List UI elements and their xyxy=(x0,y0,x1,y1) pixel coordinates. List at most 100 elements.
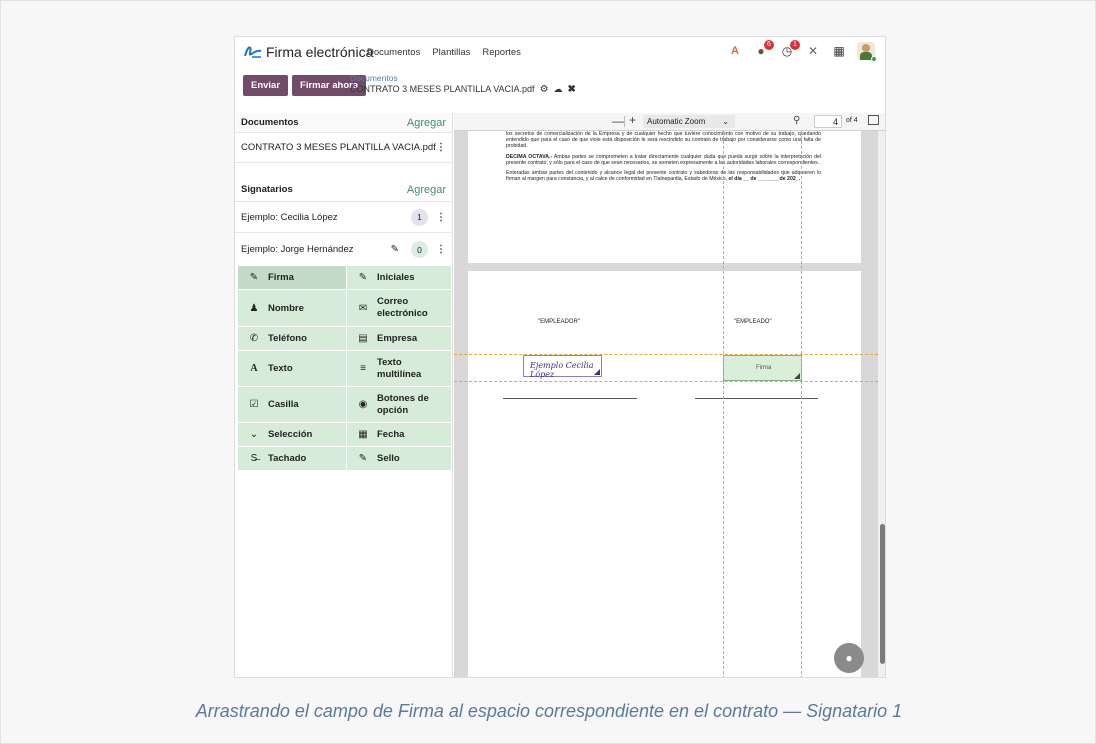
clause-decima-octava: DECIMA OCTAVA.- Ambas partes se comprome… xyxy=(506,154,821,166)
edit-icon: ✎ xyxy=(249,272,259,283)
field-label: Texto xyxy=(268,363,293,374)
alignment-guide-vertical xyxy=(801,131,802,677)
field-texto-multilinea[interactable]: ≡ Texto multilínea xyxy=(347,351,451,386)
top-navbar: Firma electrónica Documentos Plantillas … xyxy=(235,37,885,67)
sign-app-window: Firma electrónica Documentos Plantillas … xyxy=(234,36,886,678)
add-document-link[interactable]: Agregar xyxy=(407,117,446,129)
gear-icon[interactable]: ⚙ xyxy=(540,84,549,95)
align-justify-icon: ≡ xyxy=(360,363,366,374)
field-sello[interactable]: ✎ Sello xyxy=(347,447,451,470)
screenshot-frame: Firma electrónica Documentos Plantillas … xyxy=(0,0,1096,744)
search-icon[interactable]: ⚲ xyxy=(793,115,800,126)
calendar-icon: ▦ xyxy=(358,429,368,440)
menu-plantillas[interactable]: Plantillas xyxy=(432,47,470,58)
calculator-icon[interactable]: ▦ xyxy=(831,43,847,59)
field-label: Iniciales xyxy=(377,272,415,283)
field-casilla[interactable]: ☑ Casilla xyxy=(238,387,346,422)
signature-field-signed[interactable]: Ejemplo Cecilia López xyxy=(523,355,602,379)
signers-header: Signatarios Agregar xyxy=(235,178,452,202)
user-avatar[interactable] xyxy=(857,42,877,62)
signer-item[interactable]: Ejemplo: Jorge Hernández ✎ 0 ⋮ xyxy=(235,233,452,266)
zoom-in-icon[interactable]: + xyxy=(629,113,636,127)
systray: A ● 6 ◷ 1 ✕ ▦ xyxy=(727,40,877,62)
clause-heading: DECIMA OCTAVA.- xyxy=(506,153,553,160)
user-icon: ♟ xyxy=(249,302,259,314)
sidebar-toggle-icon[interactable] xyxy=(868,115,879,125)
pdf-toolbar: — + Automatic Zoom ⌄ ⚲ 4 of 4 xyxy=(454,113,885,131)
pencil-icon[interactable]: ✎ xyxy=(391,244,399,255)
signer-item[interactable]: Ejemplo: Cecilia López 1 ⋮ xyxy=(235,202,452,233)
document-item-name: CONTRATO 3 MESES PLANTILLA VACIA.pdf xyxy=(241,142,436,153)
kebab-menu-icon[interactable]: ⋮ xyxy=(436,142,446,153)
documents-title: Documentos xyxy=(241,117,299,128)
clause-body: Ambas partes se comprometen a tratar dir… xyxy=(506,153,821,166)
signer-name: Ejemplo: Jorge Hernández xyxy=(241,244,354,255)
field-nombre[interactable]: ♟ Nombre xyxy=(238,290,346,326)
field-label: Teléfono xyxy=(268,333,307,344)
employee-sign-line xyxy=(695,398,818,399)
activities-badge: 1 xyxy=(790,40,800,50)
breadcrumb: Documentos CONTRATO 3 MESES PLANTILLA VA… xyxy=(350,73,576,95)
field-empresa[interactable]: ▤ Empresa xyxy=(347,327,451,350)
field-correo[interactable]: ✉ Correo electrónico xyxy=(347,290,451,326)
employer-sign-line xyxy=(503,398,637,399)
field-iniciales[interactable]: ✎ Iniciales xyxy=(347,266,451,289)
menu-documentos[interactable]: Documentos xyxy=(367,47,420,58)
edit-icon: ✎ xyxy=(358,272,368,283)
field-texto[interactable]: A Texto xyxy=(238,351,346,386)
resize-handle-icon[interactable] xyxy=(594,369,600,375)
chat-bubble-icon[interactable]: ● xyxy=(834,643,864,673)
sign-app-logo-icon[interactable] xyxy=(243,43,263,61)
ai-icon[interactable]: A xyxy=(727,43,743,59)
send-button[interactable]: Enviar xyxy=(243,75,289,96)
signer-field-count: 1 xyxy=(411,208,428,226)
tools-icon[interactable]: ✕ xyxy=(805,43,821,59)
breadcrumb-parent[interactable]: Documentos xyxy=(350,73,576,84)
firma-field-label: Firma xyxy=(756,365,772,371)
zoom-select[interactable]: Automatic Zoom ⌄ xyxy=(643,115,735,128)
field-seleccion[interactable]: ⌄ Selección xyxy=(238,423,346,446)
menu-reportes[interactable]: Reportes xyxy=(482,47,521,58)
pdf-viewer[interactable]: — + Automatic Zoom ⌄ ⚲ 4 of 4 los secret… xyxy=(454,113,885,677)
zoom-out-icon[interactable]: — xyxy=(612,114,624,128)
field-firma[interactable]: ✎ Firma xyxy=(238,266,346,289)
resize-handle-icon[interactable] xyxy=(794,373,800,379)
field-telefono[interactable]: ✆ Teléfono xyxy=(238,327,346,350)
signature-field-dropped[interactable]: Firma xyxy=(723,355,802,381)
scrollbar-thumb[interactable] xyxy=(880,524,885,664)
field-label: Nombre xyxy=(268,302,304,314)
viewer-scrollbar[interactable] xyxy=(878,131,885,677)
page-number-input[interactable]: 4 xyxy=(814,115,842,128)
field-label: Tachado xyxy=(268,453,307,464)
radio-icon: ◉ xyxy=(358,399,368,410)
breadcrumb-current: CONTRATO 3 MESES PLANTILLA VACIA.pdf ⚙ ☁… xyxy=(350,84,576,95)
field-label: Empresa xyxy=(377,333,418,344)
messages-badge: 6 xyxy=(764,40,774,50)
figure-caption: Arrastrando el campo de Firma al espacio… xyxy=(195,701,903,721)
add-signer-link[interactable]: Agregar xyxy=(407,184,446,196)
closing-date: el día __ de _______ de 202_. xyxy=(728,176,801,183)
kebab-menu-icon[interactable]: ⋮ xyxy=(436,244,446,255)
chat-icon[interactable]: ● 6 xyxy=(753,40,774,59)
clock-icon[interactable]: ◷ 1 xyxy=(779,40,800,59)
building-icon: ▤ xyxy=(358,333,368,344)
page-count: of 4 xyxy=(846,117,858,124)
employee-label: "EMPLEADO" xyxy=(734,319,772,325)
app-name[interactable]: Firma electrónica xyxy=(266,44,373,60)
field-palette: ✎ Firma ✎ Iniciales ♟ Nombre ✉ Correo electr… xyxy=(235,266,452,470)
field-label: Firma xyxy=(268,272,294,283)
kebab-menu-icon[interactable]: ⋮ xyxy=(436,212,446,223)
discard-icon[interactable]: ✖ xyxy=(568,84,576,95)
chevron-down-icon: ⌄ xyxy=(722,117,729,126)
field-fecha[interactable]: ▦ Fecha xyxy=(347,423,451,446)
cloud-upload-icon[interactable]: ☁ xyxy=(554,84,563,95)
field-label: Fecha xyxy=(377,429,405,440)
sidebar: Documentos Agregar CONTRATO 3 MESES PLAN… xyxy=(235,113,453,677)
field-tachado[interactable]: S̶ Tachado xyxy=(238,447,346,470)
document-item[interactable]: CONTRATO 3 MESES PLANTILLA VACIA.pdf ⋮ xyxy=(235,133,452,163)
field-botones-opcion[interactable]: ◉ Botones de opción xyxy=(347,387,451,422)
employer-label: "EMPLEADOR" xyxy=(538,319,580,325)
action-buttons: Enviar Firmar ahora xyxy=(243,75,367,96)
signers-title: Signatarios xyxy=(241,184,293,195)
alignment-guide-vertical xyxy=(723,131,724,677)
